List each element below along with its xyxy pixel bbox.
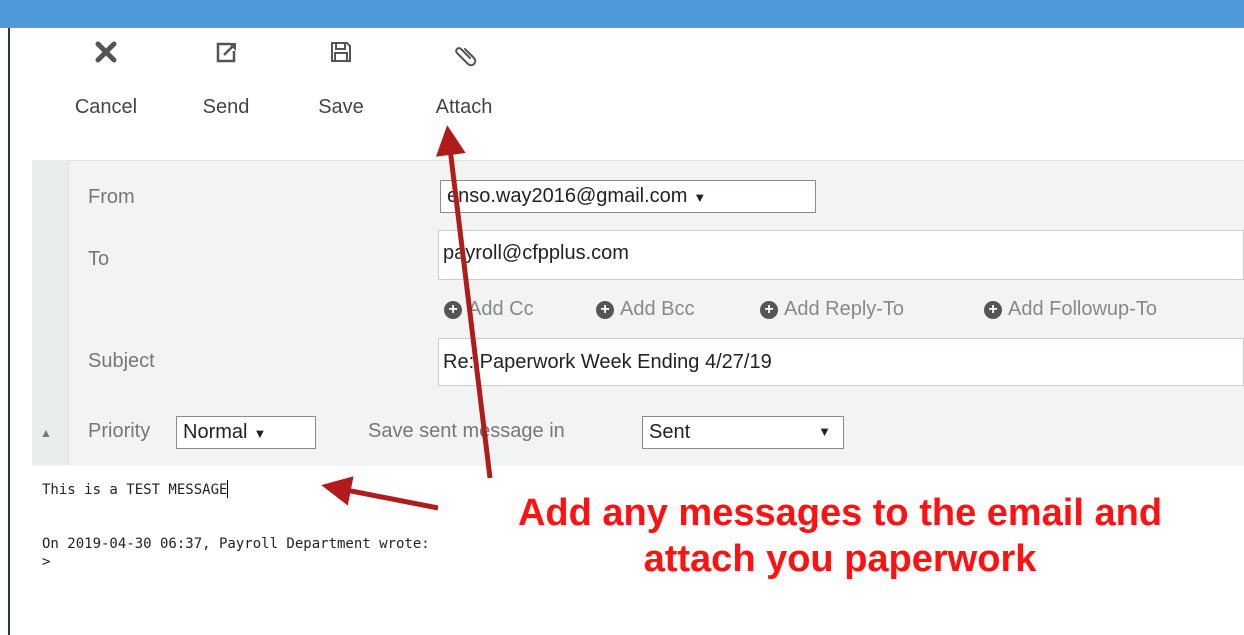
annotation-text: Add any messages to the email and attach… [440, 490, 1240, 582]
annotation-line-2: attach you paperwork [643, 538, 1037, 580]
arrow-to-message [321, 476, 439, 511]
annotation-line-1: Add any messages to the email and [517, 492, 1163, 534]
arrow-to-attach [435, 125, 493, 479]
